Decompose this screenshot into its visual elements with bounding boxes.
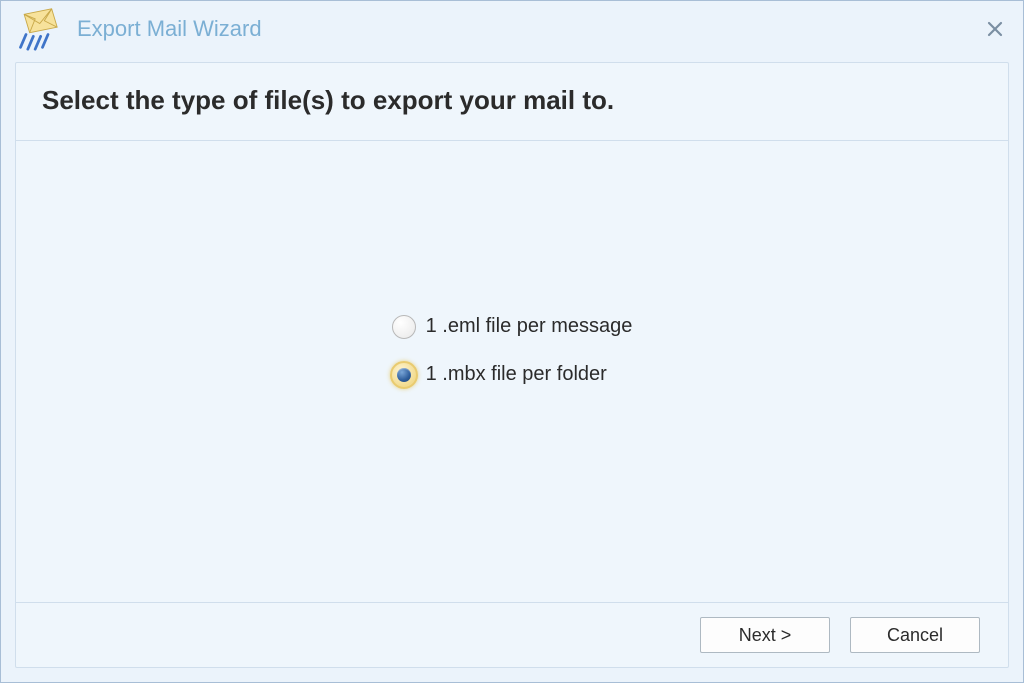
- dialog-body: Select the type of file(s) to export you…: [15, 62, 1009, 668]
- title-bar: Export Mail Wizard: [1, 1, 1023, 56]
- close-icon: [986, 20, 1004, 38]
- radio-option-eml[interactable]: 1 .eml file per message: [392, 315, 633, 339]
- window-title: Export Mail Wizard: [77, 16, 983, 42]
- radio-option-mbx[interactable]: 1 .mbx file per folder: [392, 361, 633, 389]
- page-heading: Select the type of file(s) to export you…: [42, 85, 982, 116]
- content-section: 1 .eml file per message 1 .mbx file per …: [16, 141, 1008, 602]
- radio-label-mbx: 1 .mbx file per folder: [426, 363, 607, 386]
- next-button[interactable]: Next >: [700, 617, 830, 653]
- close-button[interactable]: [983, 17, 1007, 41]
- cancel-button[interactable]: Cancel: [850, 617, 980, 653]
- radio-icon: [392, 315, 416, 339]
- radio-icon: [390, 361, 418, 389]
- export-type-radio-group: 1 .eml file per message 1 .mbx file per …: [392, 315, 633, 389]
- mail-wizard-icon: [13, 5, 61, 53]
- heading-section: Select the type of file(s) to export you…: [16, 63, 1008, 141]
- button-bar: Next > Cancel: [16, 602, 1008, 667]
- export-mail-wizard-dialog: Export Mail Wizard Select the type of fi…: [0, 0, 1024, 683]
- radio-label-eml: 1 .eml file per message: [426, 315, 633, 338]
